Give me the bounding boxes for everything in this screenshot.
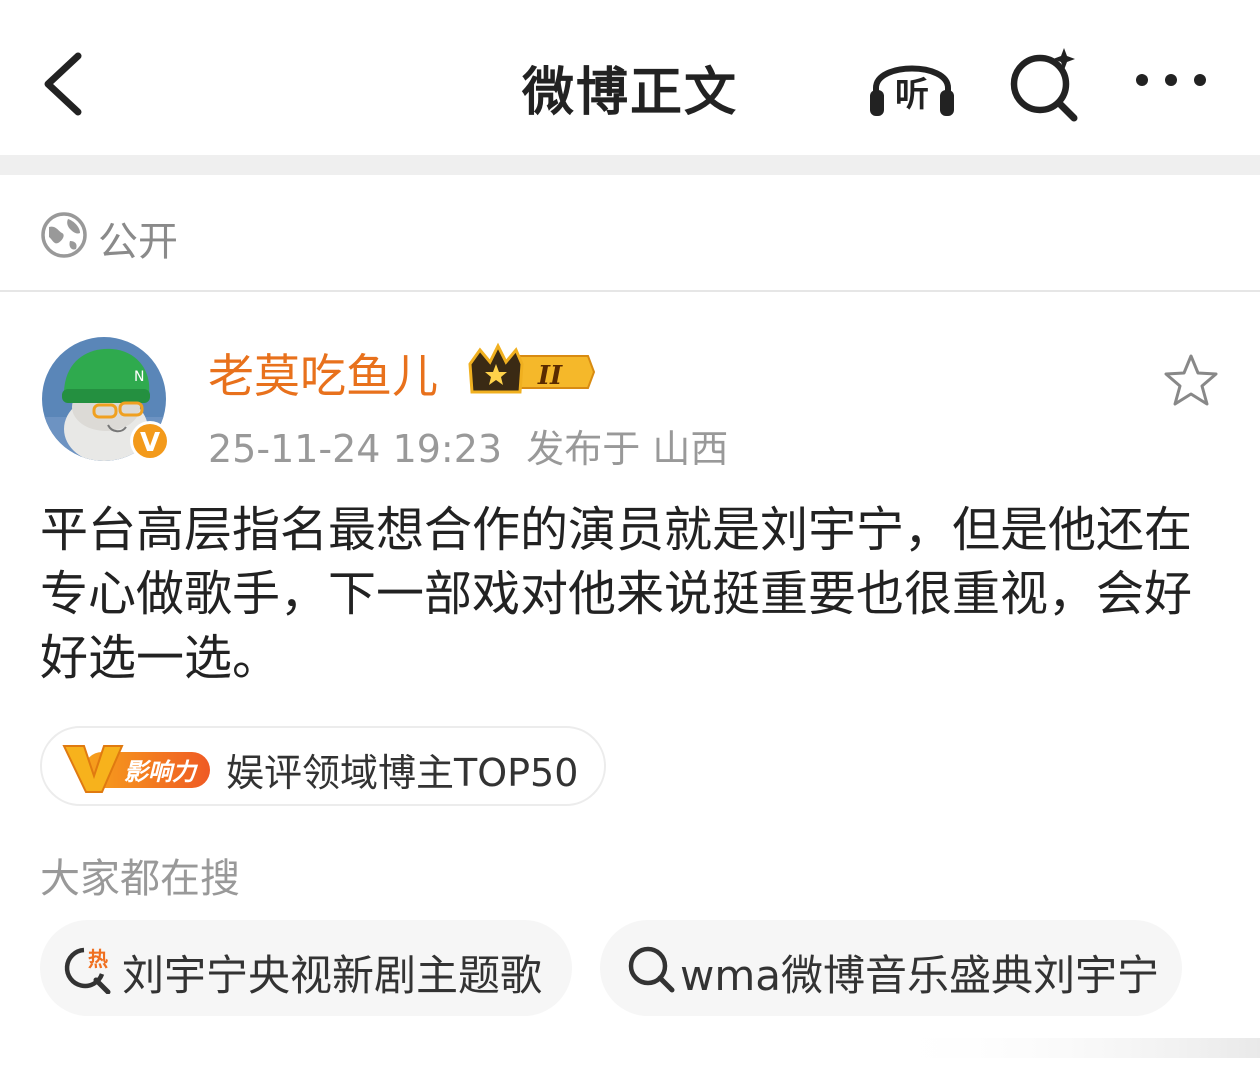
search-icon <box>626 944 676 994</box>
hot-tag: 热 <box>88 947 108 971</box>
post-location: 发布于 山西 <box>526 427 729 471</box>
svg-text:V: V <box>140 428 160 458</box>
username[interactable]: 老莫吃鱼儿 <box>208 340 438 406</box>
post-meta: 25-11-24 19:23 发布于 山西 <box>208 418 728 473</box>
section-divider <box>0 155 1260 175</box>
search-sparkle-icon[interactable] <box>1002 42 1092 122</box>
listen-icon[interactable]: 听 <box>862 42 962 122</box>
visibility-row: 公开 <box>0 175 1260 292</box>
star-icon[interactable] <box>1160 350 1222 412</box>
svg-text:N: N <box>134 369 144 385</box>
influence-badge-text: 娱评领域博主TOP50 <box>226 751 579 795</box>
globe-icon <box>40 211 88 259</box>
hot-search-chip[interactable]: 热 刘宇宁央视新剧主题歌 <box>40 920 572 1016</box>
post-content: 平台高层指名最想合作的演员就是刘宇宁，但是他还在专心做歌手，下一部戏对他来说挺重… <box>40 502 1193 686</box>
influence-logo-text: 影响力 <box>124 758 199 786</box>
influence-badge[interactable]: 影响力 娱评领域博主TOP50 <box>40 726 606 806</box>
top-navigation-bar: 微博正文 听 <box>0 0 1260 155</box>
post-date: 25-11-24 19:23 <box>208 427 503 471</box>
scroll-fade-decoration <box>880 1020 1260 1064</box>
level-text: II <box>537 361 563 391</box>
avatar[interactable]: N V <box>42 337 170 465</box>
visibility-label: 公开 <box>98 219 178 265</box>
more-options-icon[interactable] <box>1126 60 1216 100</box>
member-crown-badge[interactable]: II <box>466 342 596 398</box>
hot-search-heading: 大家都在搜 <box>40 856 240 902</box>
hot-search-text: wma微博音乐盛典刘宇宁 <box>680 951 1160 1000</box>
listen-label: 听 <box>895 75 929 115</box>
hot-search-text: 刘宇宁央视新剧主题歌 <box>122 951 543 1000</box>
hot-search-chip[interactable]: wma微博音乐盛典刘宇宁 <box>600 920 1182 1016</box>
hot-search-icon: 热 <box>62 944 112 995</box>
influence-logo-icon: 影响力 <box>60 742 212 794</box>
